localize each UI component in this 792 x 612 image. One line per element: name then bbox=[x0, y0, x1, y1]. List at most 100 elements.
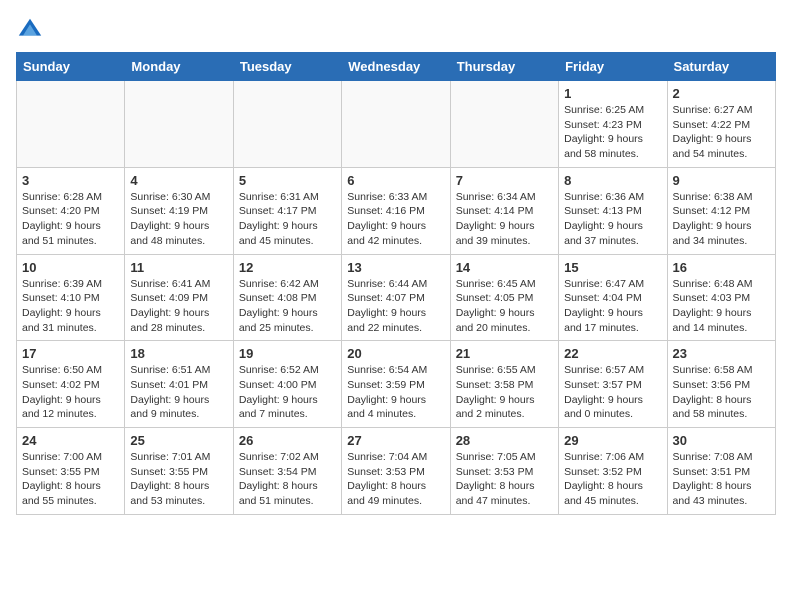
day-info: Sunrise: 6:31 AM Sunset: 4:17 PM Dayligh… bbox=[239, 190, 336, 249]
day-cell: 25Sunrise: 7:01 AM Sunset: 3:55 PM Dayli… bbox=[125, 428, 233, 515]
day-cell bbox=[450, 81, 558, 168]
day-info: Sunrise: 6:38 AM Sunset: 4:12 PM Dayligh… bbox=[673, 190, 770, 249]
day-number: 9 bbox=[673, 173, 770, 188]
day-cell: 9 Sunrise: 6:38 AM Sunset: 4:12 PM Daylig… bbox=[667, 167, 775, 254]
day-info: Sunrise: 6:27 AM Sunset: 4:22 PM Dayligh… bbox=[673, 103, 770, 162]
day-info: Sunrise: 7:05 AM Sunset: 3:53 PM Dayligh… bbox=[456, 450, 553, 509]
day-number: 4 bbox=[130, 173, 227, 188]
day-number: 13 bbox=[347, 260, 444, 275]
week-row-2: 10 Sunrise: 6:39 AM Sunset: 4:10 PM Dayli… bbox=[17, 254, 776, 341]
day-cell: 3Sunrise: 6:28 AM Sunset: 4:20 PM Daylig… bbox=[17, 167, 125, 254]
calendar-table: SundayMondayTuesdayWednesdayThursdayFrid… bbox=[16, 52, 776, 515]
day-cell: 22 Sunrise: 6:57 AM Sunset: 3:57 PM Dayli… bbox=[559, 341, 667, 428]
day-number: 16 bbox=[673, 260, 770, 275]
day-info: Sunrise: 6:54 AM Sunset: 3:59 PM Dayligh… bbox=[347, 363, 444, 422]
day-cell: 1Sunrise: 6:25 AM Sunset: 4:23 PM Daylig… bbox=[559, 81, 667, 168]
day-info: Sunrise: 7:01 AM Sunset: 3:55 PM Dayligh… bbox=[130, 450, 227, 509]
day-info: Sunrise: 7:04 AM Sunset: 3:53 PM Dayligh… bbox=[347, 450, 444, 509]
day-info: Sunrise: 6:36 AM Sunset: 4:13 PM Dayligh… bbox=[564, 190, 661, 249]
week-row-3: 17 Sunrise: 6:50 AM Sunset: 4:02 PM Dayli… bbox=[17, 341, 776, 428]
day-number: 6 bbox=[347, 173, 444, 188]
day-info: Sunrise: 6:33 AM Sunset: 4:16 PM Dayligh… bbox=[347, 190, 444, 249]
day-cell: 27 Sunrise: 7:04 AM Sunset: 3:53 PM Dayli… bbox=[342, 428, 450, 515]
day-number: 21 bbox=[456, 346, 553, 361]
day-number: 27 bbox=[347, 433, 444, 448]
col-header-monday: Monday bbox=[125, 53, 233, 81]
day-number: 3 bbox=[22, 173, 119, 188]
day-info: Sunrise: 6:51 AM Sunset: 4:01 PM Dayligh… bbox=[130, 363, 227, 422]
col-header-saturday: Saturday bbox=[667, 53, 775, 81]
day-cell: 8 Sunrise: 6:36 AM Sunset: 4:13 PM Daylig… bbox=[559, 167, 667, 254]
day-number: 19 bbox=[239, 346, 336, 361]
day-number: 22 bbox=[564, 346, 661, 361]
day-number: 28 bbox=[456, 433, 553, 448]
day-number: 26 bbox=[239, 433, 336, 448]
day-info: Sunrise: 7:00 AM Sunset: 3:55 PM Dayligh… bbox=[22, 450, 119, 509]
day-cell: 2 Sunrise: 6:27 AM Sunset: 4:22 PM Daylig… bbox=[667, 81, 775, 168]
day-info: Sunrise: 6:42 AM Sunset: 4:08 PM Dayligh… bbox=[239, 277, 336, 336]
day-info: Sunrise: 6:52 AM Sunset: 4:00 PM Dayligh… bbox=[239, 363, 336, 422]
day-cell: 6 Sunrise: 6:33 AM Sunset: 4:16 PM Daylig… bbox=[342, 167, 450, 254]
col-header-tuesday: Tuesday bbox=[233, 53, 341, 81]
week-row-4: 24 Sunrise: 7:00 AM Sunset: 3:55 PM Dayli… bbox=[17, 428, 776, 515]
day-info: Sunrise: 6:25 AM Sunset: 4:23 PM Dayligh… bbox=[564, 103, 661, 162]
col-header-sunday: Sunday bbox=[17, 53, 125, 81]
day-number: 17 bbox=[22, 346, 119, 361]
day-cell bbox=[17, 81, 125, 168]
logo bbox=[16, 16, 48, 44]
logo-icon bbox=[16, 16, 44, 44]
day-cell: 26 Sunrise: 7:02 AM Sunset: 3:54 PM Dayli… bbox=[233, 428, 341, 515]
day-cell: 23 Sunrise: 6:58 AM Sunset: 3:56 PM Dayli… bbox=[667, 341, 775, 428]
day-number: 11 bbox=[130, 260, 227, 275]
day-cell: 13 Sunrise: 6:44 AM Sunset: 4:07 PM Dayli… bbox=[342, 254, 450, 341]
day-info: Sunrise: 6:55 AM Sunset: 3:58 PM Dayligh… bbox=[456, 363, 553, 422]
day-info: Sunrise: 6:41 AM Sunset: 4:09 PM Dayligh… bbox=[130, 277, 227, 336]
day-cell: 30Sunrise: 7:08 AM Sunset: 3:51 PM Dayli… bbox=[667, 428, 775, 515]
day-info: Sunrise: 6:34 AM Sunset: 4:14 PM Dayligh… bbox=[456, 190, 553, 249]
day-info: Sunrise: 6:44 AM Sunset: 4:07 PM Dayligh… bbox=[347, 277, 444, 336]
day-info: Sunrise: 6:39 AM Sunset: 4:10 PM Dayligh… bbox=[22, 277, 119, 336]
day-number: 29 bbox=[564, 433, 661, 448]
day-cell: 16Sunrise: 6:48 AM Sunset: 4:03 PM Dayli… bbox=[667, 254, 775, 341]
day-number: 12 bbox=[239, 260, 336, 275]
day-number: 5 bbox=[239, 173, 336, 188]
col-header-wednesday: Wednesday bbox=[342, 53, 450, 81]
day-cell: 15 Sunrise: 6:47 AM Sunset: 4:04 PM Dayli… bbox=[559, 254, 667, 341]
day-info: Sunrise: 7:02 AM Sunset: 3:54 PM Dayligh… bbox=[239, 450, 336, 509]
day-cell: 24 Sunrise: 7:00 AM Sunset: 3:55 PM Dayli… bbox=[17, 428, 125, 515]
day-info: Sunrise: 6:58 AM Sunset: 3:56 PM Dayligh… bbox=[673, 363, 770, 422]
day-cell: 29Sunrise: 7:06 AM Sunset: 3:52 PM Dayli… bbox=[559, 428, 667, 515]
day-number: 8 bbox=[564, 173, 661, 188]
day-info: Sunrise: 6:50 AM Sunset: 4:02 PM Dayligh… bbox=[22, 363, 119, 422]
day-number: 10 bbox=[22, 260, 119, 275]
day-cell bbox=[125, 81, 233, 168]
day-info: Sunrise: 6:57 AM Sunset: 3:57 PM Dayligh… bbox=[564, 363, 661, 422]
day-cell bbox=[342, 81, 450, 168]
day-cell: 11 Sunrise: 6:41 AM Sunset: 4:09 PM Dayli… bbox=[125, 254, 233, 341]
day-cell: 7 Sunrise: 6:34 AM Sunset: 4:14 PM Daylig… bbox=[450, 167, 558, 254]
day-cell: 18 Sunrise: 6:51 AM Sunset: 4:01 PM Dayli… bbox=[125, 341, 233, 428]
day-cell: 10 Sunrise: 6:39 AM Sunset: 4:10 PM Dayli… bbox=[17, 254, 125, 341]
page-header bbox=[16, 16, 776, 44]
day-cell: 20 Sunrise: 6:54 AM Sunset: 3:59 PM Dayli… bbox=[342, 341, 450, 428]
day-number: 23 bbox=[673, 346, 770, 361]
col-header-friday: Friday bbox=[559, 53, 667, 81]
day-info: Sunrise: 6:47 AM Sunset: 4:04 PM Dayligh… bbox=[564, 277, 661, 336]
day-number: 14 bbox=[456, 260, 553, 275]
day-cell: 28 Sunrise: 7:05 AM Sunset: 3:53 PM Dayli… bbox=[450, 428, 558, 515]
day-cell: 19 Sunrise: 6:52 AM Sunset: 4:00 PM Dayli… bbox=[233, 341, 341, 428]
day-cell: 21 Sunrise: 6:55 AM Sunset: 3:58 PM Dayli… bbox=[450, 341, 558, 428]
day-number: 24 bbox=[22, 433, 119, 448]
day-cell: 4Sunrise: 6:30 AM Sunset: 4:19 PM Daylig… bbox=[125, 167, 233, 254]
day-number: 2 bbox=[673, 86, 770, 101]
day-cell bbox=[233, 81, 341, 168]
day-number: 18 bbox=[130, 346, 227, 361]
day-info: Sunrise: 6:45 AM Sunset: 4:05 PM Dayligh… bbox=[456, 277, 553, 336]
day-cell: 14 Sunrise: 6:45 AM Sunset: 4:05 PM Dayli… bbox=[450, 254, 558, 341]
day-cell: 12 Sunrise: 6:42 AM Sunset: 4:08 PM Dayli… bbox=[233, 254, 341, 341]
day-number: 15 bbox=[564, 260, 661, 275]
day-info: Sunrise: 7:08 AM Sunset: 3:51 PM Dayligh… bbox=[673, 450, 770, 509]
week-row-0: 1Sunrise: 6:25 AM Sunset: 4:23 PM Daylig… bbox=[17, 81, 776, 168]
day-number: 20 bbox=[347, 346, 444, 361]
day-number: 7 bbox=[456, 173, 553, 188]
